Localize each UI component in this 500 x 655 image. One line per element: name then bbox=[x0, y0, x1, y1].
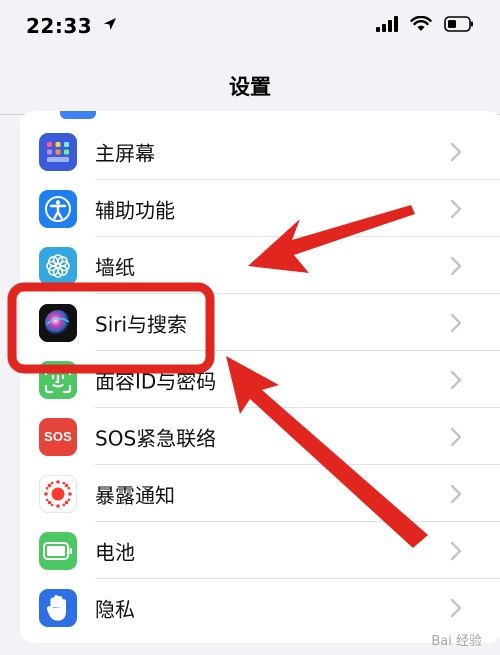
settings-row-privacy[interactable]: 隐私 bbox=[20, 579, 500, 636]
previous-row-icon-stub bbox=[60, 111, 96, 119]
settings-row-wallpaper[interactable]: 墙纸 bbox=[20, 237, 500, 294]
watermark: Bai 经验 bbox=[431, 634, 482, 649]
status-time: 22:33 bbox=[26, 14, 93, 38]
settings-row-emergency-sos[interactable]: SOS SOS紧急联络 bbox=[20, 408, 500, 465]
battery-setting-icon bbox=[39, 531, 77, 570]
exposure-notification-icon bbox=[39, 474, 77, 513]
chevron-right-icon bbox=[450, 427, 462, 446]
home-screen-grid-icon bbox=[39, 132, 77, 171]
face-id-icon bbox=[39, 360, 77, 399]
page-title: 设置 bbox=[229, 75, 271, 99]
settings-row-label: 墙纸 bbox=[95, 255, 135, 279]
settings-row-siri-search[interactable]: Siri与搜索 bbox=[20, 294, 500, 351]
siri-orb-icon bbox=[39, 303, 77, 342]
accessibility-person-icon bbox=[39, 189, 77, 228]
chevron-right-icon bbox=[450, 199, 462, 218]
battery-icon bbox=[444, 16, 474, 36]
settings-row-label: 隐私 bbox=[95, 597, 135, 621]
settings-row-battery[interactable]: 电池 bbox=[20, 522, 500, 579]
settings-row-label: 主屏幕 bbox=[95, 141, 155, 165]
settings-row-exposure-notifications[interactable]: 暴露通知 bbox=[20, 465, 500, 522]
settings-row-face-id-passcode[interactable]: 面容ID与密码 bbox=[20, 351, 500, 408]
settings-row-label: SOS紧急联络 bbox=[95, 426, 217, 450]
sos-icon: SOS bbox=[39, 417, 77, 456]
location-arrow-icon bbox=[102, 16, 118, 36]
chevron-right-icon bbox=[450, 598, 462, 617]
settings-row-label: 电池 bbox=[95, 540, 135, 564]
settings-list: 主屏幕 辅助功能 墙纸 Siri与搜索 面容ID与密码 SOS SOS紧急联络 … bbox=[20, 111, 500, 643]
status-left: 22:33 bbox=[26, 14, 118, 38]
settings-row-accessibility[interactable]: 辅助功能 bbox=[20, 180, 500, 237]
settings-row-label: 暴露通知 bbox=[95, 483, 175, 507]
settings-row-label: 辅助功能 bbox=[95, 198, 175, 222]
settings-row-label: Siri与搜索 bbox=[95, 312, 188, 336]
privacy-hand-icon bbox=[39, 588, 77, 627]
chevron-right-icon bbox=[450, 313, 462, 332]
chevron-right-icon bbox=[450, 370, 462, 389]
chevron-right-icon bbox=[450, 142, 462, 161]
settings-row-label: 面容ID与密码 bbox=[95, 369, 217, 393]
chevron-right-icon bbox=[450, 256, 462, 275]
navigation-bar: 设置 bbox=[0, 52, 500, 118]
settings-row-home-screen[interactable]: 主屏幕 bbox=[20, 123, 500, 180]
status-right bbox=[376, 15, 474, 36]
status-bar: 22:33 bbox=[0, 0, 500, 52]
wifi-icon bbox=[410, 15, 432, 36]
chevron-right-icon bbox=[450, 484, 462, 503]
cellular-signal-icon bbox=[376, 16, 398, 36]
wallpaper-flower-icon bbox=[39, 246, 77, 285]
sos-icon-text: SOS bbox=[43, 429, 73, 444]
chevron-right-icon bbox=[450, 541, 462, 560]
